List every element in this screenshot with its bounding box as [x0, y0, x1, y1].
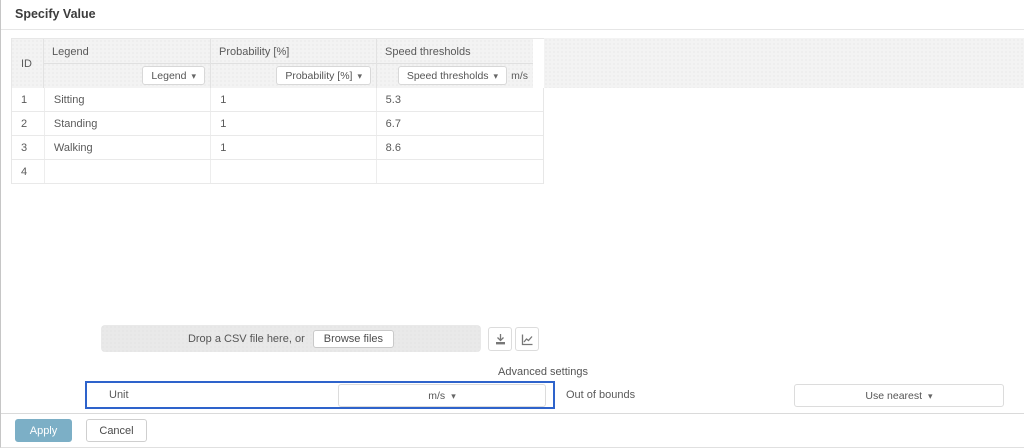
column-header-legend: Legend Legend — [44, 39, 211, 88]
probability-cell[interactable]: 1 — [211, 136, 376, 159]
column-header-speed-thresholds: Speed thresholds Speed thresholds m/s — [377, 39, 533, 88]
caret-down-icon — [494, 70, 499, 82]
download-csv-button[interactable] — [488, 327, 512, 351]
table-header-filler-band — [544, 38, 1024, 88]
legend-cell[interactable]: Standing — [45, 112, 211, 135]
table-body: 1 Sitting 1 5.3 2 Standing 1 6.7 3 Walki… — [11, 88, 544, 184]
probability-cell[interactable]: 1 — [211, 88, 376, 111]
out-of-bounds-select[interactable]: Use nearest — [794, 384, 1004, 407]
speed-threshold-cell[interactable]: 5.3 — [377, 88, 543, 111]
column-label: Legend — [44, 39, 210, 64]
speed-threshold-cell[interactable]: 8.6 — [377, 136, 543, 159]
footer-separator — [1, 413, 1024, 414]
caret-down-icon — [451, 390, 456, 402]
row-id-cell: 4 — [12, 160, 45, 183]
probability-column-dropdown[interactable]: Probability [%] — [276, 66, 371, 85]
speed-thresholds-column-dropdown[interactable]: Speed thresholds — [398, 66, 507, 85]
out-of-bounds-label: Out of bounds — [566, 389, 635, 401]
unit-select[interactable]: m/s — [338, 384, 546, 407]
caret-down-icon — [191, 70, 196, 82]
advanced-settings-heading: Advanced settings — [498, 366, 588, 378]
browse-files-button[interactable]: Browse files — [313, 330, 394, 348]
legend-column-dropdown[interactable]: Legend — [142, 66, 205, 85]
speed-unit-label: m/s — [511, 70, 528, 82]
row-id-cell: 1 — [12, 88, 45, 111]
line-chart-icon — [521, 333, 534, 346]
header-scrollbar-filler — [533, 39, 544, 88]
show-chart-button[interactable] — [515, 327, 539, 351]
csv-drop-zone[interactable]: Drop a CSV file here, or Browse files — [101, 325, 481, 352]
title-separator — [1, 29, 1024, 30]
column-header-id: ID — [11, 39, 44, 88]
apply-button[interactable]: Apply — [15, 419, 72, 442]
value-table: ID Legend Legend Probability [%] Probabi… — [11, 38, 544, 184]
specify-value-dialog: Specify Value ID Legend Legend Probabili… — [0, 0, 1024, 448]
page-title: Specify Value — [15, 7, 96, 21]
speed-threshold-cell[interactable] — [377, 160, 543, 183]
speed-threshold-cell[interactable]: 6.7 — [377, 112, 543, 135]
cancel-button[interactable]: Cancel — [86, 419, 147, 442]
table-header: ID Legend Legend Probability [%] Probabi… — [11, 38, 544, 88]
column-label: Probability [%] — [211, 39, 376, 64]
row-id-cell: 2 — [12, 112, 45, 135]
row-id-cell: 3 — [12, 136, 45, 159]
legend-cell[interactable]: Sitting — [45, 88, 211, 111]
drop-zone-text: Drop a CSV file here, or — [188, 333, 305, 345]
table-row: 3 Walking 1 8.6 — [12, 136, 543, 160]
download-icon — [494, 333, 507, 346]
caret-down-icon — [928, 390, 933, 402]
legend-cell[interactable]: Walking — [45, 136, 211, 159]
table-row: 4 — [12, 160, 543, 184]
column-label: Speed thresholds — [377, 39, 533, 64]
legend-cell[interactable] — [45, 160, 211, 183]
table-row: 2 Standing 1 6.7 — [12, 112, 543, 136]
table-row: 1 Sitting 1 5.3 — [12, 88, 543, 112]
caret-down-icon — [357, 70, 362, 82]
column-header-probability: Probability [%] Probability [%] — [211, 39, 377, 88]
probability-cell[interactable] — [211, 160, 376, 183]
unit-label: Unit — [109, 389, 129, 401]
probability-cell[interactable]: 1 — [211, 112, 376, 135]
